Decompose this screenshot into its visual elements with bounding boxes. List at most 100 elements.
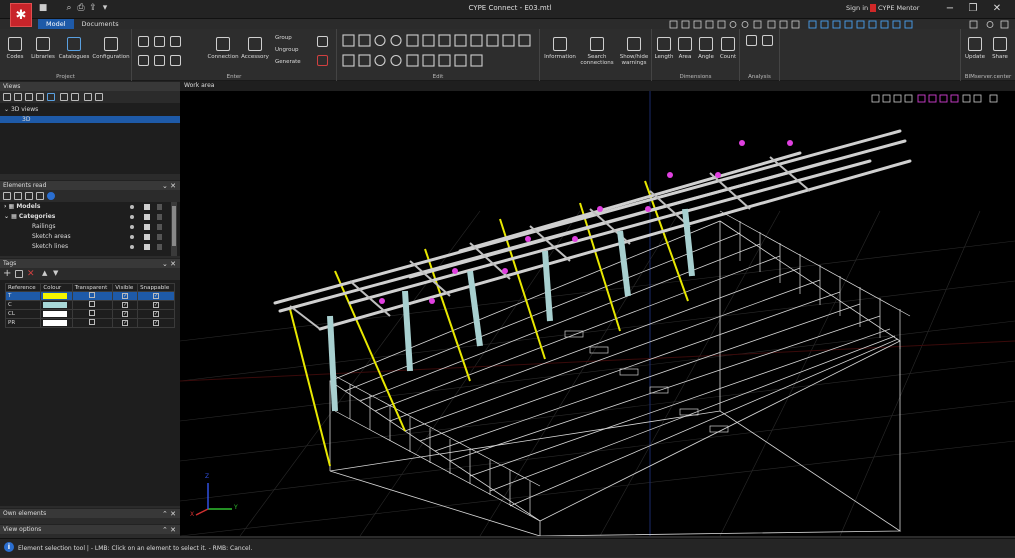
share-icon [993, 37, 1007, 51]
work-area-viewport[interactable]: Y X Z [179, 91, 1015, 537]
tag-snappable[interactable]: ✓ [137, 309, 175, 319]
view-options-expand-icon[interactable]: ⌃ ✕ [162, 525, 176, 535]
restore-button[interactable]: ❐ [966, 3, 980, 14]
view-edit-icon[interactable] [14, 93, 22, 101]
cype-mentor-link[interactable]: CYPE Mentor [878, 4, 919, 12]
view-section-icon[interactable] [71, 93, 79, 101]
view-copy-icon[interactable] [25, 93, 33, 101]
table-row[interactable]: PR ✓ ✓ [4, 318, 175, 328]
search-connections-button[interactable]: Search connections [578, 37, 616, 66]
area-button[interactable]: Area [675, 37, 695, 60]
tab-model[interactable]: Model [38, 19, 74, 29]
export-icon[interactable]: ⇪ [88, 3, 98, 13]
view-delete-icon[interactable] [36, 93, 44, 101]
group-button[interactable]: Group [275, 35, 305, 41]
tree-item-3d[interactable]: 3D [0, 116, 180, 123]
move-down-icon[interactable]: ▼ [53, 269, 58, 277]
add-tag-icon[interactable]: + [3, 268, 11, 280]
tree-models[interactable]: › ▦ Models [4, 203, 40, 210]
length-button[interactable]: Length [653, 37, 675, 60]
delete-icon[interactable] [317, 55, 328, 66]
tree-filter-icon[interactable] [25, 192, 33, 200]
close-button[interactable]: ✕ [990, 3, 1004, 14]
connection-button[interactable]: Connection [207, 37, 239, 60]
count-button[interactable]: Count [717, 37, 739, 60]
col-snappable: Snappable [137, 283, 175, 292]
ungroup-button[interactable]: Ungroup [275, 47, 309, 53]
edit-tools-icons[interactable] [339, 33, 539, 73]
tag-transparent[interactable] [71, 318, 114, 328]
tree-sketch-lines[interactable]: Sketch lines [32, 243, 68, 250]
search-icon[interactable]: ⌕ [64, 3, 74, 13]
view-camera-icon[interactable] [60, 93, 68, 101]
calculator-icon[interactable] [746, 35, 757, 46]
table-row[interactable]: C ✓ ✓ [4, 300, 175, 310]
update-icon [968, 37, 982, 51]
move-up-icon[interactable]: ▲ [42, 269, 47, 277]
warning-icon [627, 37, 641, 51]
sign-in-link[interactable]: Sign in [846, 4, 868, 12]
3d-model-render[interactable] [179, 91, 1015, 537]
table-row[interactable]: T ✓ ✓ [4, 291, 175, 301]
tab-documents[interactable]: Documents [74, 19, 127, 29]
tag-snappable[interactable]: ✓ [137, 291, 175, 301]
edit-tag-icon[interactable] [15, 270, 23, 278]
tag-colour[interactable] [40, 309, 73, 319]
add-icon[interactable] [317, 36, 328, 47]
tag-transparent[interactable] [71, 300, 114, 310]
delete-tag-icon[interactable]: ✕ [27, 268, 35, 280]
parallelogram-icon [154, 36, 165, 47]
view-add-icon[interactable] [3, 93, 11, 101]
views-panel: ⌄ 3D views 3D [0, 103, 180, 174]
tree-info-icon[interactable] [47, 192, 55, 200]
tag-transparent[interactable] [71, 309, 114, 319]
accessory-button[interactable]: Accessory [240, 37, 270, 60]
visibility-toggles[interactable] [126, 202, 180, 256]
view-options-header[interactable]: View options ⌃ ✕ [0, 524, 180, 534]
tag-transparent[interactable] [71, 291, 114, 301]
print-icon[interactable]: ⎙ [76, 3, 86, 13]
table-row[interactable]: CL ✓ ✓ [4, 309, 175, 319]
save-icon[interactable]: ■ [38, 3, 48, 13]
tag-colour[interactable] [40, 291, 73, 301]
tree-3d-views[interactable]: ⌄ 3D views [4, 106, 38, 113]
catalogues-button[interactable]: Catalogues [58, 37, 90, 60]
minimize-button[interactable]: − [943, 3, 957, 14]
view-export-icon[interactable] [95, 93, 103, 101]
status-bar: Element selection tool | - LMB: Click on… [0, 538, 1015, 557]
tree-sketch-areas[interactable]: Sketch areas [32, 233, 71, 240]
views-toolbar [0, 91, 180, 103]
tree-categories[interactable]: ⌄ ▦ Categories [4, 213, 55, 220]
axis-z-label: Z [205, 473, 210, 480]
tag-visible[interactable]: ✓ [112, 300, 139, 310]
show-hide-warnings-button[interactable]: Show/hide warnings [616, 37, 652, 66]
libraries-button[interactable]: Libraries [29, 37, 57, 60]
update-button[interactable]: Update [963, 37, 987, 60]
angle-button[interactable]: Angle [695, 37, 717, 60]
tag-snappable[interactable]: ✓ [137, 318, 175, 328]
tag-visible[interactable]: ✓ [112, 318, 139, 328]
codes-button[interactable]: Codes [3, 37, 27, 60]
view-import-icon[interactable] [84, 93, 92, 101]
tree-collapse-icon[interactable] [14, 192, 22, 200]
tag-snappable[interactable]: ✓ [137, 300, 175, 310]
tree-link-icon[interactable] [36, 192, 44, 200]
tree-expand-icon[interactable] [3, 192, 11, 200]
view-axes-icon[interactable] [47, 93, 55, 101]
app-logo[interactable]: ✱ [10, 3, 32, 27]
view-mode-icons[interactable] [870, 94, 1010, 104]
information-button[interactable]: Information [542, 37, 578, 60]
quick-access-menu-icon[interactable]: ▾ [100, 3, 110, 13]
tag-colour[interactable] [40, 318, 73, 328]
tree-railings[interactable]: Railings [32, 223, 55, 230]
tags-table-header: Reference Colour Transparent Visible Sna… [4, 283, 175, 292]
tag-visible[interactable]: ✓ [112, 309, 139, 319]
own-elements-header[interactable]: Own elements ⌃ ✕ [0, 508, 180, 518]
share-button[interactable]: Share [988, 37, 1012, 60]
tag-visible[interactable]: ✓ [112, 291, 139, 301]
generate-button[interactable]: Generate [275, 59, 309, 65]
configuration-button[interactable]: Configuration [91, 37, 131, 60]
tag-colour[interactable] [40, 300, 73, 310]
own-elements-expand-icon[interactable]: ⌃ ✕ [162, 509, 176, 519]
report-icon[interactable] [762, 35, 773, 46]
